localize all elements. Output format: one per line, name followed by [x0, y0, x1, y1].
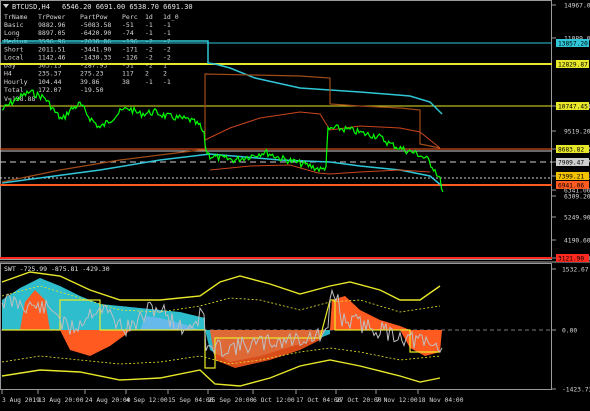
table-cell: -1	[145, 78, 153, 86]
price-tick-label: 6309.20	[564, 194, 590, 201]
table-cell: -1	[163, 29, 171, 37]
price-badge-label: 8683.82	[558, 146, 584, 153]
price-badge-label: 12829.87	[558, 61, 588, 68]
table-cell: -74	[122, 29, 134, 37]
table-header-cell: 1d	[145, 13, 153, 21]
table-cell: 563.15	[38, 62, 62, 70]
price-tick-label: 14967.00	[564, 3, 590, 10]
trend-power-table: TrName TrPower PartPow Perc 1d 1d_0 Basic 9882.…	[4, 13, 179, 103]
table-cell: 104.44	[38, 78, 62, 86]
table-cell: -5083.58	[80, 21, 111, 29]
table-cell: 1142.46	[38, 54, 65, 62]
time-axis[interactable]: 3 Aug 201913 Aug 20:00 24 Aug 20:004 Sep …	[1, 390, 464, 404]
price-badge-label: 10747.45	[558, 103, 588, 110]
table-cell: -1	[145, 29, 153, 37]
time-tick-label: 17 Oct 04:00	[296, 397, 342, 404]
ohlc-readout: 6546.20 6691.00 6538.70 6691.30	[62, 3, 193, 11]
indicator-tick-label: -1423.73	[562, 387, 590, 394]
time-tick-label: 4 Sep 12:00	[126, 397, 168, 404]
price-series[interactable]	[1, 89, 444, 193]
triangle-down-icon[interactable]	[3, 4, 9, 8]
table-cell: 9882.96	[38, 21, 65, 29]
table-cell: -1	[163, 78, 171, 86]
time-tick-label: 24 Aug 20:00	[85, 397, 131, 404]
table-cell: Hourly	[4, 78, 28, 86]
table-cell: 117	[122, 70, 134, 78]
table-cell: Total	[4, 86, 24, 94]
table-header-cell: TrPower	[38, 13, 65, 21]
time-tick-label: 15 Sep 04:00	[168, 397, 214, 404]
table-cell: 39.86	[80, 78, 100, 86]
table-cell: 235.37	[38, 70, 62, 78]
price-badge-label: 13857.20	[558, 40, 588, 47]
table-header-cell: PartPow	[80, 13, 107, 21]
indicator-axis[interactable]: 1532.67 0.00 -1423.73	[552, 267, 590, 394]
time-tick-label: 18 Nov 04:00	[418, 397, 464, 404]
table-cell: Long	[4, 29, 20, 37]
time-tick-label: 25 Sep 20:00	[208, 397, 254, 404]
indicator-label: SWT -725.99 -875.81 -429.30	[4, 265, 110, 273]
time-tick-label: 27 Oct 20:00	[336, 397, 382, 404]
yellow-lower-band	[1, 359, 441, 387]
price-tick-label: 9519.20	[564, 129, 590, 136]
table-cell: 2	[145, 70, 149, 78]
table-cell: -171	[122, 45, 138, 53]
price-axis[interactable]: 14967.0011089.0610747.459519.208683.8279…	[552, 3, 590, 263]
chart-canvas[interactable]: BTCUSD,H4 6546.20 6691.00 6538.70 6691.3…	[0, 0, 590, 407]
table-cell: -1	[145, 21, 153, 29]
indicator-tick-label: 1532.67	[562, 267, 589, 274]
table-cell: Day	[4, 62, 16, 70]
swt-indicator: SWT -725.99 -875.81 -429.30	[0, 265, 552, 387]
table-cell: H4	[4, 70, 12, 78]
red-curve-line	[204, 111, 441, 149]
table-cell: Short	[4, 45, 24, 53]
table-cell: 2011.51	[38, 45, 65, 53]
table-cell: -51	[122, 21, 134, 29]
price-badge-label: 7909.47	[558, 159, 584, 166]
price-tick-label: 5249.90	[564, 215, 590, 222]
table-cell: 275.23	[80, 70, 104, 78]
table-cell: -126	[122, 54, 138, 62]
table-cell: -287.93	[80, 62, 107, 70]
table-cell: -2	[145, 54, 153, 62]
table-cell: -1	[163, 21, 171, 29]
time-tick-label: 6 Oct 12:00	[253, 397, 295, 404]
table-cell: -19.50	[80, 86, 104, 94]
table-cell: -2	[163, 54, 171, 62]
table-cell: Basic	[4, 21, 24, 29]
table-header-cell: Perc	[122, 13, 138, 21]
table-cell: Local	[4, 54, 24, 62]
table-cell: -2	[145, 62, 153, 70]
table-cell: 8897.05	[38, 29, 65, 37]
indicator-tick-label: 0.00	[562, 328, 577, 335]
table-cell: -51	[122, 62, 134, 70]
chart-header: BTCUSD,H4 6546.20 6691.00 6538.70 6691.3…	[3, 3, 193, 11]
time-tick-label: 7 Nov 12:00	[376, 397, 418, 404]
table-cell: -3441.90	[80, 45, 111, 53]
symbol-label: BTCUSD,H4	[12, 3, 50, 11]
price-tick-label: 4190.60	[564, 238, 590, 245]
brown-step-line	[1, 73, 441, 183]
table-cell: -2	[163, 45, 171, 53]
table-header-cell: TrName	[4, 13, 28, 21]
cyan-lower-envelope	[1, 153, 443, 187]
trading-chart-window[interactable]: BTCUSD,H4 6546.20 6691.00 6538.70 6691.3…	[0, 0, 590, 407]
cyan-upper-envelope	[2, 40, 443, 115]
table-cell: 1	[163, 62, 167, 70]
table-cell: 172.07	[38, 86, 62, 94]
table-cell: -2	[145, 45, 153, 53]
price-badge-label: 3121.90	[558, 255, 584, 262]
table-cell: 2	[163, 70, 167, 78]
table-cell: -1430.33	[80, 54, 111, 62]
table-cell: -6420.90	[80, 29, 111, 37]
table-header-cell: 1d_0	[163, 13, 179, 21]
table-cell: 38	[122, 78, 130, 86]
price-badge-label: 7399.21	[558, 173, 584, 180]
price-badge-label: 6941.06	[558, 182, 584, 189]
time-tick-label: 13 Aug 20:00	[38, 397, 84, 404]
time-tick-label: 3 Aug 2019	[2, 397, 40, 404]
